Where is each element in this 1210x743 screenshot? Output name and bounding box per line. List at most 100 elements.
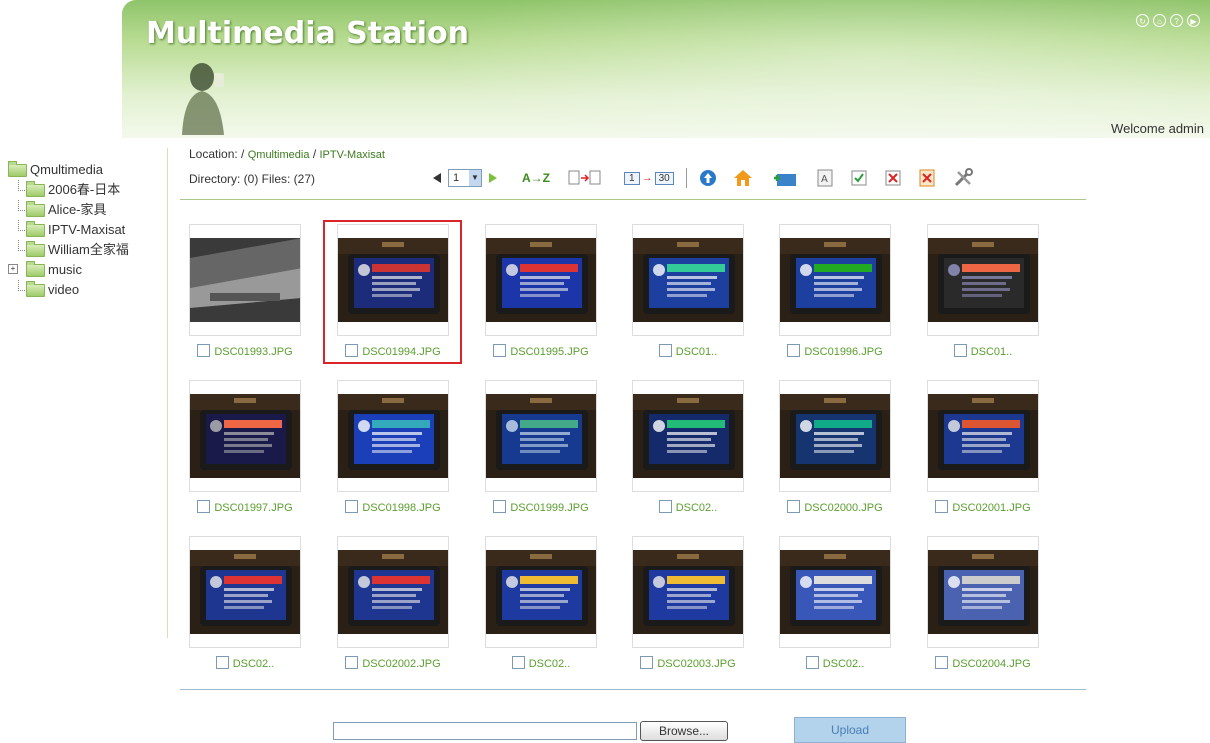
file-name-label[interactable]: DSC02.. <box>823 658 865 670</box>
photo-thumbnail[interactable] <box>190 394 300 478</box>
file-checkbox[interactable] <box>215 656 229 669</box>
file-checkbox[interactable] <box>787 500 801 513</box>
file-checkbox[interactable] <box>787 344 801 357</box>
file-name-label[interactable]: DSC01.. <box>676 346 718 358</box>
tree-item[interactable]: Alice-家具 <box>8 200 129 220</box>
photo-thumbnail[interactable] <box>633 238 743 322</box>
thumbnail-frame[interactable] <box>189 380 301 492</box>
photo-thumbnail[interactable] <box>780 394 890 478</box>
logout-icon[interactable]: ↻ <box>1136 14 1149 27</box>
file-name-label[interactable]: DSC02000.JPG <box>804 502 882 514</box>
tree-root[interactable]: Qmultimedia <box>8 160 129 180</box>
file-checkbox[interactable] <box>805 656 819 669</box>
thumbnail-frame[interactable] <box>779 536 891 648</box>
thumbnail-frame[interactable] <box>189 224 301 336</box>
file-name-label[interactable]: DSC01.. <box>971 346 1013 358</box>
thumbnail-item[interactable]: DSC01999.JPG <box>485 380 597 514</box>
file-checkbox[interactable] <box>640 656 654 669</box>
thumbnail-item[interactable]: DSC02002.JPG <box>337 536 449 670</box>
file-checkbox[interactable] <box>493 344 507 357</box>
thumbnail-item[interactable]: DSC02000.JPG <box>779 380 891 514</box>
browse-button[interactable]: Browse... <box>640 721 728 741</box>
thumbnail-frame[interactable] <box>779 224 891 336</box>
thumbnail-item[interactable]: DSC01.. <box>632 224 744 358</box>
thumbnail-frame[interactable] <box>632 224 744 336</box>
photo-thumbnail[interactable] <box>928 238 1038 322</box>
tree-item[interactable]: IPTV-Maxisat <box>8 220 129 240</box>
photo-thumbnail[interactable] <box>780 550 890 634</box>
thumbnail-item[interactable]: DSC02.. <box>779 536 891 670</box>
thumbnail-frame[interactable] <box>632 380 744 492</box>
thumbnail-frame[interactable] <box>189 536 301 648</box>
thumbnail-frame[interactable] <box>927 380 1039 492</box>
thumbnail-frame[interactable] <box>779 380 891 492</box>
tree-item[interactable]: William全家福 <box>8 240 129 260</box>
thumbnail-frame[interactable] <box>337 380 449 492</box>
range-select-icon[interactable]: 1 → 30 <box>624 168 674 188</box>
file-name-label[interactable]: DSC01998.JPG <box>362 502 440 514</box>
file-name-label[interactable]: DSC01993.JPG <box>214 346 292 358</box>
tree-item[interactable]: + music <box>8 260 129 280</box>
thumbnail-item[interactable]: DSC01993.JPG <box>189 224 301 358</box>
upload-file-path-input[interactable] <box>333 722 637 740</box>
file-checkbox[interactable] <box>658 344 672 357</box>
thumbnail-item[interactable]: DSC02.. <box>189 536 301 670</box>
file-name-label[interactable]: DSC02003.JPG <box>657 658 735 670</box>
photo-thumbnail[interactable] <box>780 238 890 322</box>
photo-thumbnail[interactable] <box>190 550 300 634</box>
file-checkbox[interactable] <box>197 500 211 513</box>
photo-thumbnail[interactable] <box>486 238 596 322</box>
tree-item[interactable]: video <box>8 280 129 300</box>
move-file-icon[interactable] <box>568 168 602 188</box>
expand-icon[interactable]: + <box>8 264 18 274</box>
thumbnail-item[interactable]: DSC01997.JPG <box>189 380 301 514</box>
help-icon[interactable]: ? <box>1170 14 1183 27</box>
photo-thumbnail[interactable] <box>486 550 596 634</box>
photo-thumbnail[interactable] <box>633 394 743 478</box>
file-name-label[interactable]: DSC01999.JPG <box>510 502 588 514</box>
file-checkbox[interactable] <box>953 344 967 357</box>
photo-thumbnail[interactable] <box>338 394 448 478</box>
file-name-label[interactable]: DSC02.. <box>676 502 718 514</box>
thumbnail-item[interactable]: DSC01.. <box>927 224 1039 358</box>
settings-tools-icon[interactable] <box>953 168 975 188</box>
thumbnail-item[interactable]: DSC02003.JPG <box>632 536 744 670</box>
file-name-label[interactable]: DSC02002.JPG <box>362 658 440 670</box>
file-name-label[interactable]: DSC01997.JPG <box>214 502 292 514</box>
thumbnail-item[interactable]: DSC02001.JPG <box>927 380 1039 514</box>
new-folder-icon[interactable] <box>773 168 797 188</box>
photo-thumbnail[interactable] <box>338 550 448 634</box>
page-select[interactable]: 1 ▼ <box>448 169 482 187</box>
thumbnail-frame[interactable] <box>337 536 449 648</box>
delete-icon[interactable] <box>919 168 935 188</box>
thumbnail-item[interactable]: DSC01995.JPG <box>485 224 597 358</box>
thumbnail-item[interactable]: DSC02004.JPG <box>927 536 1039 670</box>
home-icon[interactable]: ⌂ <box>1153 14 1166 27</box>
file-checkbox[interactable] <box>658 500 672 513</box>
thumbnail-frame[interactable] <box>927 536 1039 648</box>
photo-thumbnail[interactable] <box>486 394 596 478</box>
thumbnail-frame[interactable] <box>485 380 597 492</box>
sort-az-button[interactable]: A→Z <box>522 168 550 188</box>
thumbnail-item[interactable]: DSC02.. <box>632 380 744 514</box>
file-checkbox[interactable] <box>493 500 507 513</box>
file-checkbox[interactable] <box>935 500 949 513</box>
tree-item[interactable]: 2006春-日本 <box>8 180 129 200</box>
file-name-label[interactable]: DSC02.. <box>529 658 571 670</box>
file-checkbox[interactable] <box>511 656 525 669</box>
thumbnail-item[interactable]: DSC01996.JPG <box>779 224 891 358</box>
breadcrumb-link-current[interactable]: IPTV-Maxisat <box>320 149 385 161</box>
breadcrumb-link-root[interactable]: Qmultimedia <box>248 149 310 161</box>
next-page-icon[interactable] <box>488 168 498 188</box>
thumbnail-frame[interactable] <box>632 536 744 648</box>
thumbnail-frame[interactable] <box>927 224 1039 336</box>
file-checkbox[interactable] <box>345 500 359 513</box>
thumbnail-frame[interactable] <box>485 224 597 336</box>
prev-page-icon[interactable] <box>432 168 442 188</box>
thumbnail-frame[interactable] <box>485 536 597 648</box>
home-folder-icon[interactable] <box>733 168 753 188</box>
file-checkbox[interactable] <box>935 656 949 669</box>
play-icon[interactable]: ▶ <box>1187 14 1200 27</box>
file-checkbox[interactable] <box>197 344 211 357</box>
thumbnail-item[interactable]: DSC01998.JPG <box>337 380 449 514</box>
